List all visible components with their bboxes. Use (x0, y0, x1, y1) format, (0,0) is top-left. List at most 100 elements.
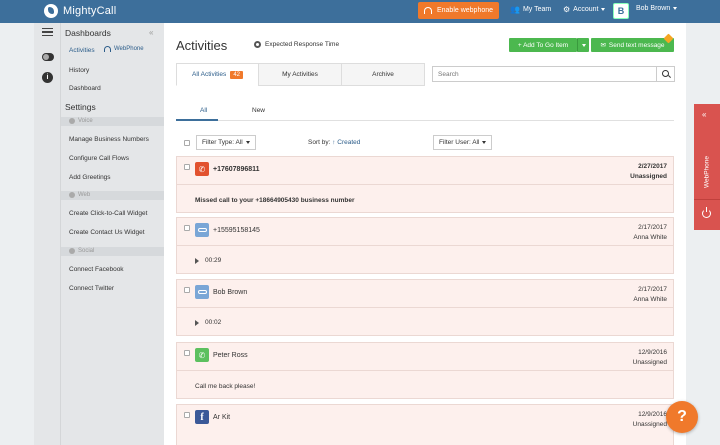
sort-by[interactable]: Sort by: ↑ Created (308, 139, 360, 146)
activity-card-voicemail[interactable]: +15595158145 2/17/2017 Anna White 00:29 (176, 217, 674, 274)
activity-date: 2/17/2017 (638, 286, 667, 293)
chevron-down-icon (601, 8, 606, 11)
main-content: Activities Expected Response Time + Add … (164, 23, 686, 445)
sidebar-item-dashboard[interactable]: Dashboard (69, 85, 101, 92)
menu-icon[interactable] (42, 28, 53, 36)
sidebar-item-configure-call-flows[interactable]: Configure Call Flows (69, 155, 129, 162)
sidebar-group-web-label: Web (69, 192, 90, 198)
activity-assignee: Unassigned (632, 421, 667, 428)
play-icon[interactable] (195, 258, 199, 264)
chevron-down-icon (581, 43, 586, 47)
activity-checkbox[interactable] (184, 225, 190, 231)
activity-checkbox[interactable] (184, 287, 190, 293)
activity-card-header: +15595158145 2/17/2017 Anna White (177, 218, 673, 244)
facebook-icon: f (195, 410, 209, 424)
expand-arrow-icon[interactable]: « (702, 110, 706, 119)
sidebar: Dashboards « Activities WebPhone History… (61, 23, 164, 445)
activities-count-badge: 42 (230, 70, 243, 79)
activity-card-body: 00:29 (177, 245, 673, 273)
voicemail-icon (195, 285, 209, 299)
filter-row: Filter Type: All Sort by: ↑ Created Filt… (176, 135, 674, 151)
sidebar-settings-title: Settings (65, 102, 96, 112)
activity-checkbox[interactable] (184, 164, 190, 170)
add-todo-dropdown-button[interactable] (577, 38, 589, 52)
chevron-down-icon (482, 141, 487, 144)
sidebar-item-contact-us-widget[interactable]: Create Contact Us Widget (69, 229, 145, 236)
voicemail-icon (195, 223, 209, 237)
info-icon[interactable]: i (42, 72, 53, 83)
toggle-icon[interactable] (42, 53, 54, 61)
recording-duration: 00:02 (205, 319, 222, 326)
collapse-sidebar-icon[interactable]: « (149, 28, 153, 37)
activity-card-body: Missed call to your +18664905430 busines… (177, 184, 673, 212)
activity-assignee: Anna White (633, 296, 667, 303)
tab-all-activities[interactable]: All Activities 42 (176, 63, 259, 86)
send-text-message-button[interactable]: ✉ Send text message (591, 38, 674, 52)
user-menu[interactable]: Bob Brown (636, 5, 678, 12)
add-todo-button[interactable]: + Add To Go Item (509, 38, 577, 52)
help-button[interactable]: ? (666, 401, 698, 433)
activity-card-header: ✆ Peter Ross 12/9/2016 Unassigned (177, 343, 673, 369)
my-team-link[interactable]: 👥 My Team (510, 5, 551, 14)
activity-checkbox[interactable] (184, 350, 190, 356)
activity-card-header: ✆ +17607896811 2/27/2017 Unassigned (177, 157, 673, 183)
gear-icon (254, 41, 261, 48)
activity-card-call[interactable]: ✆ Peter Ross 12/9/2016 Unassigned Call m… (176, 342, 674, 399)
activity-card-header: f Ar Kit 12/9/2016 Unassigned (177, 405, 673, 431)
expected-response-time-link[interactable]: Expected Response Time (254, 41, 339, 48)
activity-card-facebook[interactable]: f Ar Kit 12/9/2016 Unassigned (176, 404, 674, 445)
twitter-icon (69, 248, 75, 254)
chevron-down-icon (245, 141, 250, 144)
search-box (432, 66, 675, 82)
filter-type-dropdown[interactable]: Filter Type: All (196, 135, 256, 150)
right-gutter (686, 23, 720, 445)
team-icon: 👥 (510, 5, 520, 14)
sidebar-item-history[interactable]: History (69, 67, 89, 74)
headset-icon (104, 46, 111, 52)
power-icon[interactable] (702, 207, 711, 218)
avatar[interactable]: B (613, 3, 629, 19)
activity-date: 12/9/2016 (638, 411, 667, 418)
account-menu[interactable]: ⚙ Account (563, 5, 606, 14)
sidebar-item-click-to-call-widget[interactable]: Create Click-to-Call Widget (69, 210, 147, 217)
subtab-all[interactable]: All (200, 107, 207, 114)
subtab-new[interactable]: New (252, 107, 265, 114)
phone-icon (69, 118, 75, 124)
sidebar-item-manage-business-numbers[interactable]: Manage Business Numbers (69, 136, 149, 143)
gear-icon: ⚙ (563, 5, 571, 14)
phone-icon: ✆ (195, 348, 209, 362)
enable-webphone-button[interactable]: Enable webphone (418, 2, 499, 19)
activity-card-voicemail[interactable]: Bob Brown 2/17/2017 Anna White 00:02 (176, 279, 674, 336)
divider (694, 199, 720, 200)
icon-rail: i (34, 23, 61, 445)
sidebar-item-connect-facebook[interactable]: Connect Facebook (69, 266, 124, 273)
sidebar-dashboards-title: Dashboards (65, 28, 111, 38)
subtabs: All New (176, 101, 674, 121)
webphone-side-label: WebPhone (703, 155, 711, 189)
sidebar-item-connect-twitter[interactable]: Connect Twitter (69, 285, 114, 292)
app-name: MightyCall (63, 5, 117, 17)
app-logo[interactable]: MightyCall (44, 3, 116, 19)
headset-icon (423, 7, 432, 14)
play-icon[interactable] (195, 320, 199, 326)
activity-caller: +15595158145 (213, 227, 260, 234)
search-input[interactable] (433, 67, 657, 81)
tab-my-activities[interactable]: My Activities (258, 63, 342, 86)
sidebar-item-webphone[interactable]: WebPhone (104, 46, 144, 52)
sidebar-item-add-greetings[interactable]: Add Greetings (69, 174, 111, 181)
activity-card-missed-call[interactable]: ✆ +17607896811 2/27/2017 Unassigned Miss… (176, 156, 674, 213)
tab-archive[interactable]: Archive (341, 63, 425, 86)
select-all-checkbox[interactable] (184, 140, 190, 146)
activity-date: 2/27/2017 (638, 163, 667, 170)
activity-assignee: Unassigned (632, 359, 667, 366)
filter-user-dropdown[interactable]: Filter User: All (433, 135, 493, 150)
activity-date: 12/9/2016 (638, 349, 667, 356)
sort-by-value: ↑ Created (332, 139, 361, 146)
activity-checkbox[interactable] (184, 412, 190, 418)
globe-icon (69, 192, 75, 198)
search-icon[interactable] (656, 67, 674, 81)
mightycall-logo-icon (44, 4, 58, 18)
sidebar-item-activities[interactable]: Activities (69, 47, 95, 54)
missed-call-icon: ✆ (195, 162, 209, 176)
webphone-side-panel[interactable]: « WebPhone (694, 104, 720, 230)
